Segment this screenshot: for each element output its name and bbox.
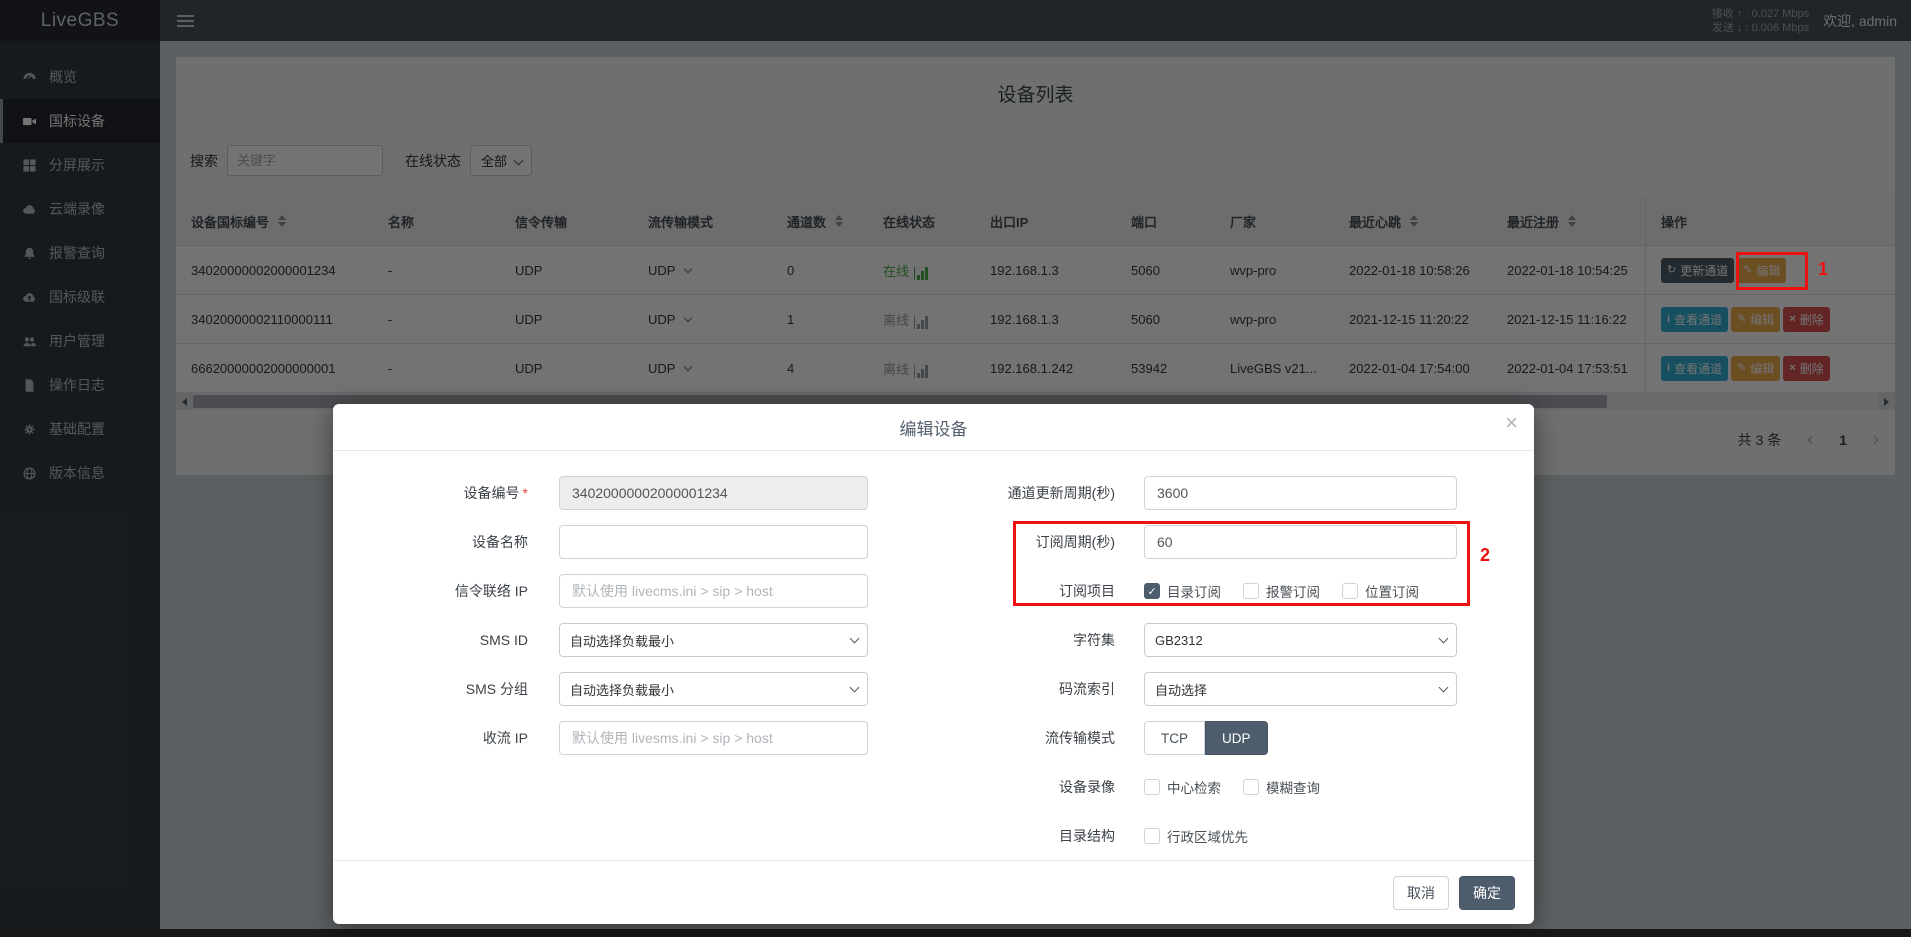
signal-ip-label: 信令联络 IP [333, 581, 528, 601]
device-name-field[interactable] [559, 525, 868, 559]
sms-group-select[interactable]: 自动选择负载最小 [559, 672, 868, 706]
modal-title: 编辑设备 [900, 415, 968, 440]
sms-id-label: SMS ID [333, 632, 528, 648]
annotation-number-step1: 1 [1818, 259, 1828, 280]
center-search-checkbox[interactable]: 中心检索 [1144, 777, 1221, 797]
checkbox-icon [1144, 779, 1160, 795]
udp-toggle-button[interactable]: UDP [1205, 721, 1268, 755]
stream-index-label: 码流索引 [823, 679, 1115, 699]
channel-refresh-label: 通道更新周期(秒) [823, 483, 1115, 503]
recv-ip-label: 收流 IP [333, 728, 528, 748]
confirm-button[interactable]: 确定 [1459, 876, 1515, 910]
annotation-number-step2: 2 [1480, 545, 1490, 566]
checkbox-icon [1243, 779, 1259, 795]
stream-index-select[interactable]: 自动选择 [1144, 672, 1457, 706]
sms-group-label: SMS 分组 [333, 679, 528, 699]
admin-region-first-checkbox[interactable]: 行政区域优先 [1144, 826, 1248, 846]
close-icon[interactable]: × [1505, 412, 1518, 434]
stream-mode-label: 流传输模式 [823, 728, 1115, 748]
edit-device-modal: 编辑设备 × 设备编号* 设备名称 信令联络 IP SMS ID 自动选择负载最… [333, 404, 1534, 924]
cancel-button[interactable]: 取消 [1393, 876, 1449, 910]
annotation-box-step2 [1013, 521, 1470, 606]
recv-ip-field[interactable] [559, 721, 868, 755]
device-name-label: 设备名称 [333, 532, 528, 552]
annotation-box-step1 [1736, 252, 1808, 290]
signal-ip-field[interactable] [559, 574, 868, 608]
required-asterisk: * [523, 485, 528, 501]
checkbox-icon [1144, 828, 1160, 844]
fuzzy-query-checkbox[interactable]: 模糊查询 [1243, 777, 1320, 797]
tcp-toggle-button[interactable]: TCP [1144, 721, 1205, 755]
catalog-structure-label: 目录结构 [823, 826, 1115, 846]
charset-label: 字符集 [823, 630, 1115, 650]
device-id-label: 设备编号* [333, 483, 528, 503]
charset-select[interactable]: GB2312 [1144, 623, 1457, 657]
channel-refresh-field[interactable] [1144, 476, 1457, 510]
device-id-field [559, 476, 868, 510]
sms-id-select[interactable]: 自动选择负载最小 [559, 623, 868, 657]
device-record-label: 设备录像 [823, 777, 1115, 797]
stream-mode-toggle: TCP UDP [1144, 721, 1268, 755]
